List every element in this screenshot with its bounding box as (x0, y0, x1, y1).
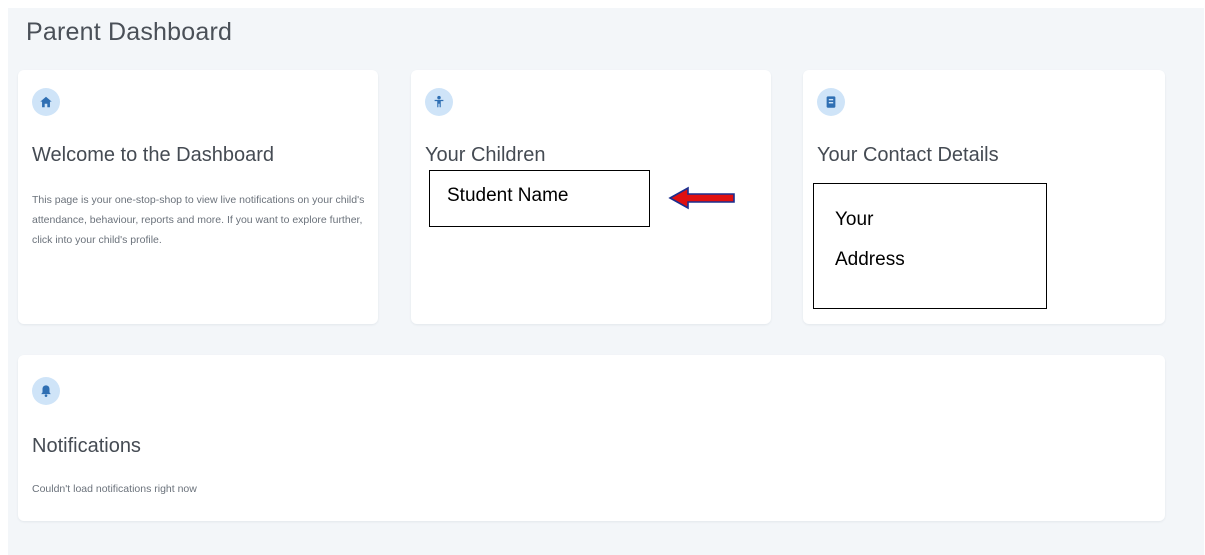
bell-icon (32, 377, 60, 405)
notifications-status-text: Couldn't load notifications right now (32, 483, 197, 495)
page-title: Parent Dashboard (26, 18, 233, 46)
welcome-card: Welcome to the Dashboard This page is yo… (18, 70, 378, 324)
welcome-heading: Welcome to the Dashboard (32, 144, 274, 166)
left-arrow-icon (668, 186, 735, 210)
student-name-box[interactable]: Student Name (429, 170, 650, 227)
student-name-text: Student Name (447, 185, 569, 206)
address-box: Your Address (813, 183, 1047, 309)
address-line-2: Address (835, 249, 905, 270)
contact-card-icon (817, 88, 845, 116)
notifications-heading: Notifications (32, 435, 141, 457)
notifications-card: Notifications Couldn't load notification… (18, 355, 1165, 521)
address-line-1: Your (835, 209, 874, 230)
contact-heading: Your Contact Details (817, 144, 999, 166)
children-heading: Your Children (425, 144, 546, 166)
child-icon (425, 88, 453, 116)
welcome-text: This page is your one-stop-shop to view … (32, 194, 365, 246)
home-icon (32, 88, 60, 116)
